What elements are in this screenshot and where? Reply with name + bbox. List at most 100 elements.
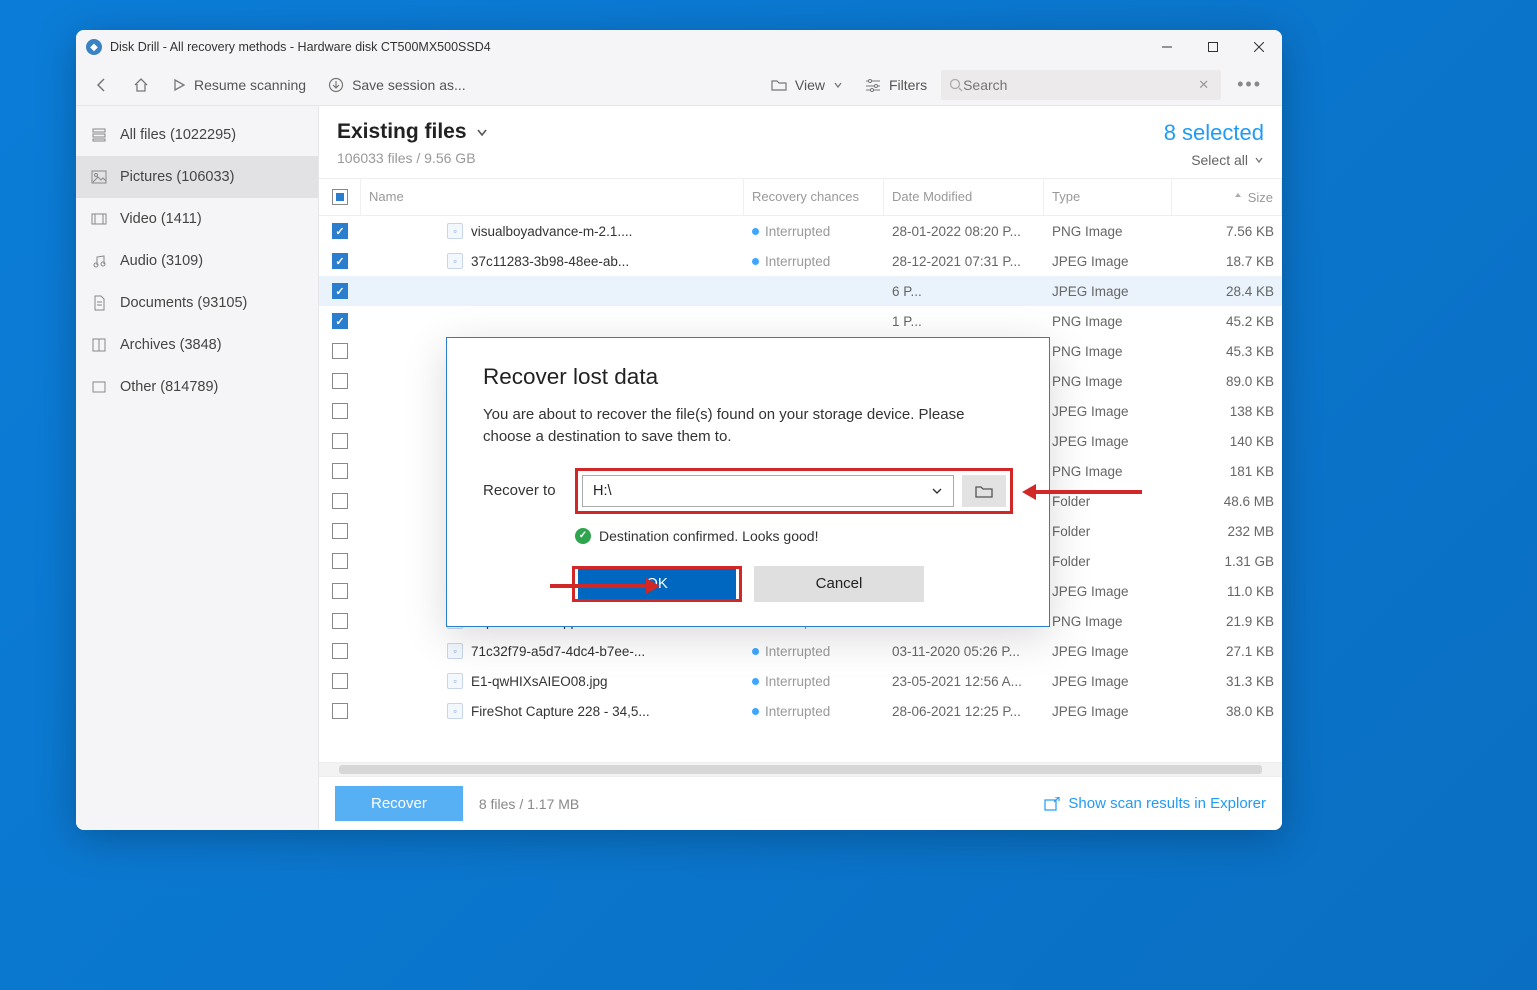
ok-button[interactable]: OK [578,569,736,599]
sliders-icon [865,78,881,92]
row-checkbox[interactable] [319,403,361,419]
col-recovery[interactable]: Recovery chances [744,179,884,215]
cell-name: ▫37c11283-3b98-48ee-ab... [361,253,744,269]
archive-icon [90,336,108,354]
cell-type: Folder [1044,524,1172,539]
row-checkbox[interactable] [319,463,361,479]
sidebar-item-label: Pictures (106033) [120,169,234,185]
row-checkbox[interactable] [319,433,361,449]
row-checkbox[interactable] [319,283,361,299]
sidebar-item-all-files[interactable]: All files (1022295) [76,114,318,156]
recover-dialog: Recover lost data You are about to recov… [446,337,1050,627]
destination-combo[interactable]: H:\ [582,475,954,507]
row-checkbox[interactable] [319,313,361,329]
cell-type: JPEG Image [1044,584,1172,599]
row-checkbox[interactable] [319,523,361,539]
sidebar-item-archives[interactable]: Archives (3848) [76,324,318,366]
cancel-button[interactable]: Cancel [754,566,924,602]
col-type[interactable]: Type [1044,179,1172,215]
cell-date: 28-06-2021 12:25 P... [884,704,1044,719]
file-icon: ▫ [447,643,463,659]
cell-type: PNG Image [1044,224,1172,239]
file-icon: ▫ [447,253,463,269]
header-checkbox[interactable] [319,179,361,215]
cell-type: JPEG Image [1044,284,1172,299]
selected-count: 8 selected [1164,120,1264,146]
sidebar-item-pictures[interactable]: Pictures (106033) [76,156,318,198]
col-date[interactable]: Date Modified [884,179,1044,215]
row-checkbox[interactable] [319,673,361,689]
row-checkbox[interactable] [319,253,361,269]
sidebar-item-label: Archives (3848) [120,337,222,353]
search-input[interactable] [963,77,1194,93]
cell-size: 138 KB [1172,404,1282,419]
view-label: View [795,77,825,93]
search-box[interactable]: ✕ [941,70,1221,100]
back-button[interactable] [86,71,118,99]
file-icon: ▫ [447,703,463,719]
other-icon [90,378,108,396]
select-all-button[interactable]: Select all [1164,152,1264,168]
row-checkbox[interactable] [319,343,361,359]
cell-size: 27.1 KB [1172,644,1282,659]
section-heading-text: Existing files [337,120,467,144]
view-button[interactable]: View [763,71,851,99]
row-checkbox[interactable] [319,223,361,239]
row-checkbox[interactable] [319,643,361,659]
maximize-button[interactable] [1190,30,1236,64]
row-checkbox[interactable] [319,553,361,569]
cell-type: JPEG Image [1044,434,1172,449]
cell-type: JPEG Image [1044,704,1172,719]
show-in-explorer-link[interactable]: Show scan results in Explorer [1044,795,1266,812]
sidebar-item-video[interactable]: Video (1411) [76,198,318,240]
recover-button[interactable]: Recover [335,786,463,821]
row-checkbox[interactable] [319,703,361,719]
folder-icon [771,78,787,92]
destination-value: H:\ [593,483,612,499]
filters-button[interactable]: Filters [857,71,935,99]
cell-name: ▫FireShot Capture 228 - 34,5... [361,703,744,719]
row-checkbox[interactable] [319,373,361,389]
save-session-label: Save session as... [352,77,466,93]
cell-date: 03-11-2020 05:26 P... [884,644,1044,659]
resume-scan-label: Resume scanning [194,77,306,93]
more-button[interactable]: ••• [1227,68,1272,101]
table-row[interactable]: 6 P...JPEG Image28.4 KB [319,276,1282,306]
resume-scan-button[interactable]: Resume scanning [164,71,314,99]
save-session-button[interactable]: Save session as... [320,71,474,99]
destination-confirmed-text: Destination confirmed. Looks good! [599,528,818,544]
col-name[interactable]: Name [361,179,744,215]
table-row[interactable]: ▫E1-qwHIXsAIEO08.jpgInterrupted23-05-202… [319,666,1282,696]
table-header: Name Recovery chances Date Modified Type… [319,178,1282,216]
export-icon [1044,797,1060,811]
table-row[interactable]: ▫FireShot Capture 228 - 34,5...Interrupt… [319,696,1282,726]
row-checkbox[interactable] [319,583,361,599]
cell-size: 11.0 KB [1172,584,1282,599]
cell-size: 28.4 KB [1172,284,1282,299]
home-button[interactable] [124,70,158,100]
col-size[interactable]: Size [1172,179,1282,215]
row-checkbox[interactable] [319,613,361,629]
close-button[interactable] [1236,30,1282,64]
cell-type: PNG Image [1044,344,1172,359]
clear-search-button[interactable]: ✕ [1194,77,1213,93]
cell-size: 21.9 KB [1172,614,1282,629]
sidebar-item-audio[interactable]: Audio (3109) [76,240,318,282]
cell-size: 48.6 MB [1172,494,1282,509]
section-heading[interactable]: Existing files [337,120,1164,144]
row-checkbox[interactable] [319,493,361,509]
sidebar-item-documents[interactable]: Documents (93105) [76,282,318,324]
horizontal-scrollbar[interactable] [319,762,1282,776]
sidebar-item-label: Audio (3109) [120,253,203,269]
cell-type: JPEG Image [1044,254,1172,269]
browse-button[interactable] [962,475,1006,507]
table-row[interactable]: ▫71c32f79-a5d7-4dc4-b7ee-...Interrupted0… [319,636,1282,666]
ok-highlight: OK [572,566,742,602]
sidebar: All files (1022295) Pictures (106033) Vi… [76,106,319,830]
sidebar-item-other[interactable]: Other (814789) [76,366,318,408]
destination-highlight: H:\ [575,468,1013,514]
table-row[interactable]: 1 P...PNG Image45.2 KB [319,306,1282,336]
table-row[interactable]: ▫visualboyadvance-m-2.1....Interrupted28… [319,216,1282,246]
table-row[interactable]: ▫37c11283-3b98-48ee-ab...Interrupted28-1… [319,246,1282,276]
minimize-button[interactable] [1144,30,1190,64]
